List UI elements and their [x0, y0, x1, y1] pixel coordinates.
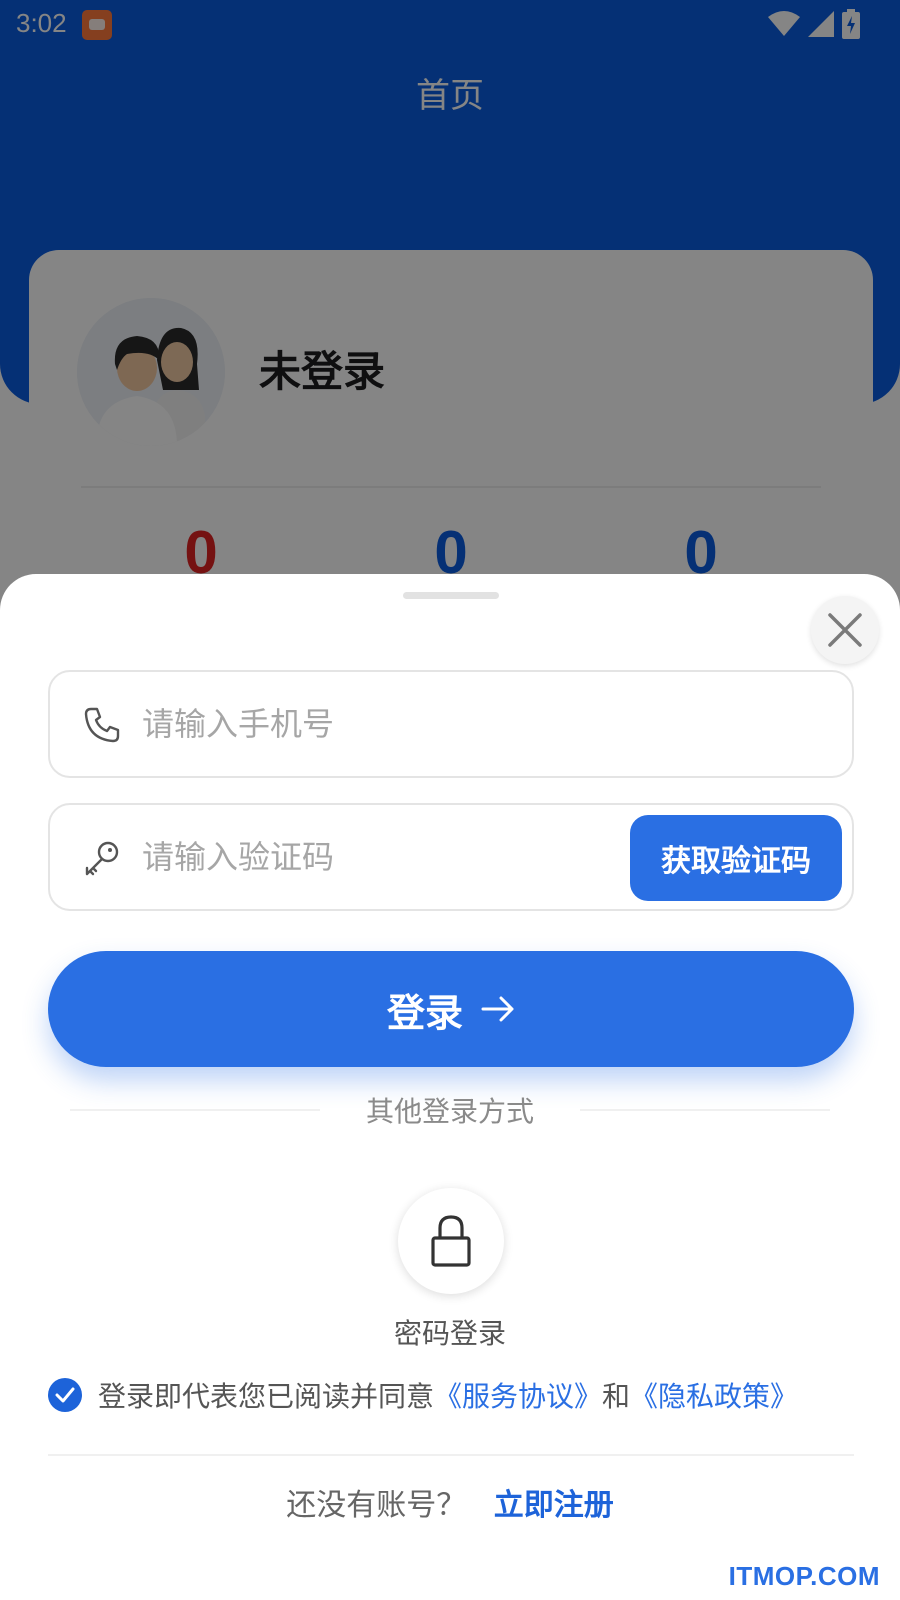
- arrow-right-icon: [481, 996, 514, 1022]
- agreement-checkbox[interactable]: [48, 1378, 82, 1412]
- phone-field[interactable]: [48, 670, 854, 778]
- verification-code-input[interactable]: [142, 805, 562, 909]
- agreement-text: 登录即代表您已阅读并同意: [98, 1380, 435, 1413]
- get-code-button[interactable]: 获取验证码: [630, 815, 842, 901]
- password-login-option[interactable]: 密码登录: [350, 1188, 550, 1358]
- register-prompt: 还没有账号？: [286, 1488, 467, 1523]
- login-button-label: 登录: [386, 990, 463, 1035]
- key-icon: [85, 841, 119, 876]
- register-row: 还没有账号？ 立即注册: [0, 1480, 900, 1524]
- other-methods-divider: 其他登录方式: [70, 1090, 830, 1130]
- password-login-label: 密码登录: [393, 1317, 506, 1350]
- verification-code-field[interactable]: 获取验证码: [48, 803, 854, 911]
- check-icon: [55, 1387, 75, 1403]
- agreement-conjunction: 和: [602, 1380, 631, 1413]
- lock-icon: [431, 1215, 471, 1267]
- phone-icon: [84, 707, 120, 743]
- login-button[interactable]: 登录: [48, 951, 854, 1067]
- login-bottom-sheet: 获取验证码 登录 其他登录方式 密码登录 登录即代表您已阅读并同意 《服务协议》…: [0, 574, 900, 1600]
- divider-line: [48, 1454, 854, 1456]
- password-login-button[interactable]: [398, 1188, 504, 1294]
- sheet-drag-handle[interactable]: [403, 592, 499, 599]
- divider-line: [580, 1109, 830, 1111]
- watermark: ITMOP.COM: [728, 1561, 880, 1591]
- agreement-row: 登录即代表您已阅读并同意 《服务协议》 和 《隐私政策》: [48, 1370, 868, 1420]
- close-button[interactable]: [811, 596, 879, 664]
- privacy-policy-link[interactable]: 《隐私政策》: [630, 1375, 798, 1415]
- service-agreement-link[interactable]: 《服务协议》: [434, 1375, 602, 1415]
- phone-input[interactable]: [142, 672, 662, 776]
- close-icon: [828, 613, 862, 647]
- register-link[interactable]: 立即注册: [494, 1488, 614, 1523]
